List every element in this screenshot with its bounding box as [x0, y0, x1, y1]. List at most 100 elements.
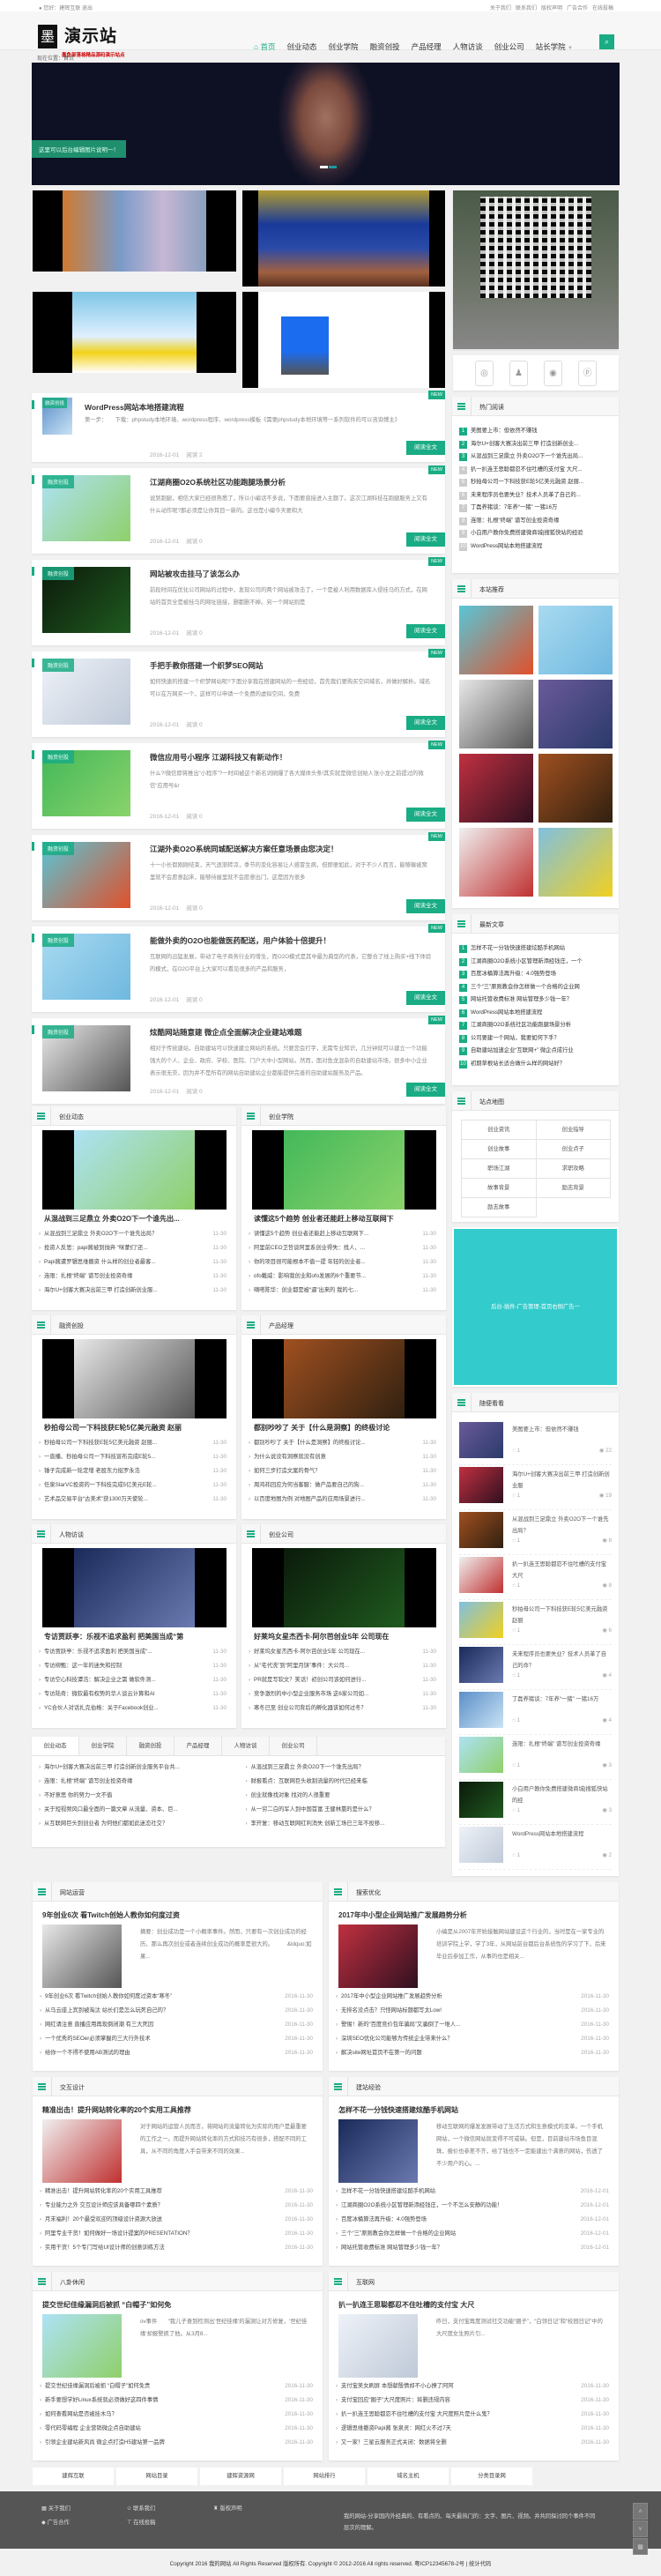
latest-item[interactable]: 6 WordPress网站本地搭建流程	[452, 1007, 619, 1020]
read-more-button[interactable]: 阅读全文	[406, 808, 445, 822]
list-item[interactable]: 你的项目很可能根本不值一提 年轻的创业者... 11-30	[249, 1255, 436, 1269]
tab-list-item[interactable]: 财报看点：互联网巨头收割流量的时代已经来临	[246, 1775, 441, 1789]
tab[interactable]: 创业学院	[79, 1737, 127, 1755]
list-item[interactable]: 精准出击！提升网站转化率的20个实用工具推荐 2016-11-30	[40, 2185, 313, 2199]
tab-list-item[interactable]: 创业就像找对象 找对的人很重要	[246, 1789, 441, 1803]
feature-image[interactable]	[338, 2119, 418, 2183]
sitemap-link[interactable]: 创业故事	[462, 1140, 537, 1159]
feature-title[interactable]: 精准出击！提升网站转化率的20个实用工具推荐	[42, 2105, 191, 2115]
scroll-top-button[interactable]: ˄	[633, 2503, 648, 2520]
latest-item[interactable]: 2 江湖商圈O2O系统小区管理新添经钱庄，一个	[452, 956, 619, 969]
sitemap-link[interactable]: 职场江湖	[462, 1159, 537, 1179]
random-title[interactable]: 扒一扒连王思聪都忍不住吐槽的支付宝 大尺	[512, 1559, 612, 1582]
random-title[interactable]: 丁磊养猪谈：7年养“一猪” 一猪16万	[512, 1694, 612, 1705]
list-item[interactable]: 实用干货！5个专门写给UI设计师的创意训练方法 2016-11-30	[40, 2241, 313, 2255]
random-thumb[interactable]	[459, 1737, 503, 1773]
category-tag[interactable]: 融资创投	[42, 398, 68, 408]
list-item[interactable]: 如何三步打造文案的骨气？ 11-30	[249, 1464, 436, 1478]
list-item[interactable]: 任泉StarVC投资的一下科技完成5亿美元E轮... 11-30	[39, 1478, 227, 1493]
footer-link[interactable]: ◆ 广告合作	[41, 2518, 70, 2526]
read-more-button[interactable]: 阅读全文	[406, 899, 445, 913]
list-item[interactable]: 如何查看网站是否被挂木马？ 2016-11-30	[40, 2408, 313, 2422]
feature-image[interactable]	[42, 1925, 122, 1988]
list-item[interactable]: 锤子完成新一轮定增 老股东力挺罗永浩 11-30	[39, 1464, 227, 1478]
read-more-button[interactable]: 阅读全文	[406, 441, 445, 455]
list-item[interactable]: 江湖商圈O2O系统小区管理新添经钱庄，一个不怎么安静的功能！ 2016-12-01	[336, 2199, 609, 2213]
likes[interactable]: ☝ 1	[512, 1448, 520, 1454]
latest-item[interactable]: 1 怎样不花一分钱快速搭建炫酷手机网站	[452, 942, 619, 956]
random-thumb[interactable]	[459, 1512, 503, 1548]
random-item[interactable]: 海尔U+创客大赛决出前三甲 打造创新创业服 ☝ 1 ◉ 19	[459, 1467, 612, 1510]
list-item[interactable]: PR就是写软文？笑话！初创公司该如何进行... 11-30	[249, 1673, 436, 1687]
random-title[interactable]: 连限：扎根“终端” 谱写创业投资奇缘	[512, 1738, 612, 1750]
list-item[interactable]: 无排名没点击？只怪网站标题都写太Low! 2016-11-30	[336, 2004, 609, 2018]
tab-list-item[interactable]: 不好意思 你的努力一文不值	[39, 1789, 234, 1803]
list-item[interactable]: 一直播、秒拍母公司一下科技宣布完成E轮5... 11-30	[39, 1450, 227, 1464]
list-item[interactable]: 周鸿祎回应为何当客服：做产品要自己的狗... 11-30	[249, 1478, 436, 1493]
slider-caption[interactable]: 这里可以后台编辑图片说明一！	[32, 140, 126, 158]
category-tag[interactable]: 融资创投	[42, 1025, 75, 1039]
hot-item[interactable]: 7 丁磊养猪谈：7年养“一猪” 一猪16万	[452, 502, 619, 515]
feature-title[interactable]: 怎样不花一分钱快速搭建炫酷手机网站	[338, 2105, 458, 2115]
latest-item[interactable]: 4 三个“三”原则教会你怎样做一个合格的企业网	[452, 981, 619, 994]
nav-item[interactable]: 人物访谈	[453, 41, 483, 52]
friend-link[interactable]: 建辉资源网	[200, 2468, 281, 2485]
tab-list-item[interactable]: 从混战到三足鼎立 外卖O2O下一个谁先出局？	[246, 1761, 441, 1775]
random-thumb[interactable]	[459, 1647, 503, 1683]
likes[interactable]: ☝ 1	[512, 1717, 520, 1724]
feature-image[interactable]	[252, 1548, 436, 1627]
stats-link[interactable]: 统计代码	[469, 2561, 491, 2567]
list-item[interactable]: 百度冰桶算法再升级：4.0强势登场 2016-12-01	[336, 2213, 609, 2227]
nav-item[interactable]: 创业公司	[494, 41, 524, 52]
likes[interactable]: ☝ 1	[512, 1582, 520, 1589]
random-item[interactable]: 小白用户教你免费搭建微商城|搜狐快站的经 ☝ 1 ◉ 3	[459, 1782, 612, 1825]
list-item[interactable]: 阿里前CEO卫哲谈阿里系创业得失：找人、... 11-30	[249, 1241, 436, 1255]
random-thumb[interactable]	[459, 1692, 503, 1728]
ad-box[interactable]: 后台-插件-广告管理-首页右侧广告一	[452, 1227, 619, 1387]
likes[interactable]: ☝ 1	[512, 1807, 520, 1813]
hot-item[interactable]: 2 海尔U+创客大赛决出前三甲 打造创新创业...	[452, 438, 619, 451]
article-title[interactable]: WordPress网站本地搭建流程	[85, 402, 184, 413]
recommend-thumb[interactable]	[459, 754, 533, 823]
random-thumb[interactable]	[459, 1602, 503, 1638]
sitemap-link[interactable]: 故事背景	[462, 1179, 537, 1198]
article-title[interactable]: 网站被攻击挂马了该怎么办	[150, 569, 240, 579]
tab[interactable]: 人物访谈	[222, 1737, 270, 1755]
friend-link[interactable]: 网站排行	[284, 2468, 365, 2485]
tab-list-item[interactable]: 从互联网巨头到创业者 为何他们都如此迷恋社交？	[39, 1817, 234, 1831]
hot-item[interactable]: 3 从混战到三足鼎立 外卖O2O下一个谁先出局...	[452, 450, 619, 464]
list-item[interactable]: 警惕！新的“百度竞价包年骗局”又骗倒了一堆人... 2016-11-30	[336, 2018, 609, 2032]
list-item[interactable]: 专访贾跃亭：乐视不追求盈利 把美国当成“... 11-30	[39, 1645, 227, 1659]
sitemap-link[interactable]: 创业资讯	[462, 1120, 537, 1140]
list-item[interactable]: 连限：扎根“终端” 谱写创业投资奇缘 11-30	[39, 1269, 227, 1284]
random-thumb[interactable]	[459, 1422, 503, 1458]
article-title[interactable]: 江湖商圈O2O系统社区功能跑腿场景分析	[150, 477, 286, 488]
recommend-thumb[interactable]	[538, 828, 613, 897]
list-item[interactable]: 月末福利！20个最受欢迎的顶级设计资源大放送 2016-11-30	[40, 2213, 313, 2227]
tab[interactable]: 融资创投	[127, 1737, 175, 1755]
feature-title[interactable]: 都别吵吵了 关于【什么是洞察】的终极讨论	[254, 1423, 434, 1433]
feature-image[interactable]	[338, 1925, 418, 1988]
qq-icon[interactable]: ♟	[509, 360, 528, 386]
footer-link[interactable]: ♜ 版权声明	[213, 2504, 242, 2512]
recommend-thumb[interactable]	[538, 606, 613, 674]
article-title[interactable]: 江湖外卖O2O系统同城配送解决方案任意场景由您决定！	[150, 844, 338, 854]
random-title[interactable]: 秒拍母公司一下科技获E轮5亿美元融资 赵丽	[512, 1604, 612, 1627]
list-item[interactable]: 艺术品交易平台“古美术”获1300万天使轮... 11-30	[39, 1493, 227, 1507]
article-title[interactable]: 炫酷网站随意建 微企点全面解决企业建站难题	[150, 1027, 301, 1038]
recommend-thumb[interactable]	[459, 606, 533, 674]
random-title[interactable]: 海尔U+创客大赛决出前三甲 打造创新创业服	[512, 1469, 612, 1492]
sitemap-link[interactable]: 创业点子	[536, 1140, 611, 1159]
read-more-button[interactable]: 阅读全文	[406, 532, 445, 547]
hot-item[interactable]: 6 未来程序员也要失业？技术人员革了自己的...	[452, 489, 619, 503]
recommend-thumb[interactable]	[459, 680, 533, 748]
recommend-thumb[interactable]	[538, 680, 613, 748]
random-title[interactable]: 美图要上市：但依然不赚钱	[512, 1424, 612, 1435]
feature-title[interactable]: 扒一扒连王思聪都忍不住吐槽的支付宝 大尺	[338, 2300, 474, 2310]
category-tag[interactable]: 融资创投	[42, 750, 75, 763]
sitemap-link[interactable]: 励志故事	[462, 1198, 537, 1217]
article-title[interactable]: 手把手教你搭建一个织梦SEO网站	[150, 660, 263, 671]
nav-item[interactable]: ⌂ 首页	[254, 41, 276, 52]
read-more-button[interactable]: 阅读全文	[406, 1083, 445, 1097]
list-item[interactable]: 怎样不花一分钱快速搭建炫酷手机网站 2016-12-01	[336, 2185, 609, 2199]
